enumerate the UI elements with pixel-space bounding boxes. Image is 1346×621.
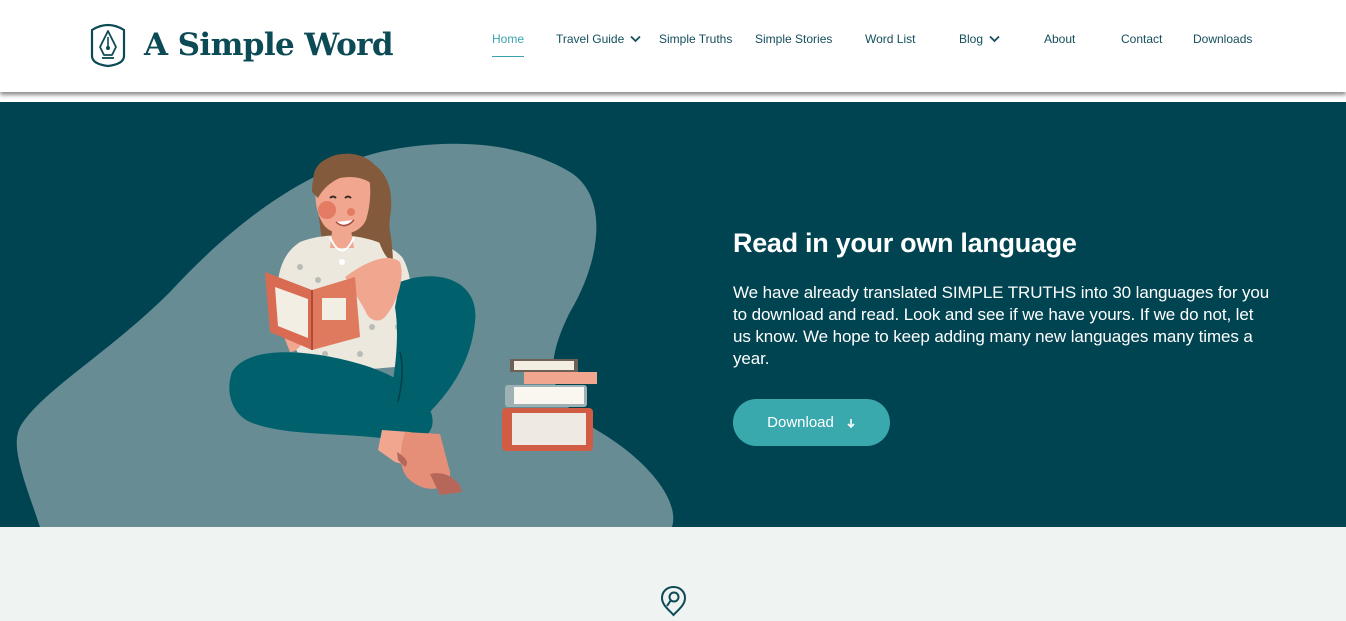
nav-blog[interactable]: Blog (959, 31, 1000, 47)
location-pin-icon (660, 585, 687, 617)
nav-simple-truths-label: Simple Truths (659, 32, 733, 46)
hero-title: Read in your own language (733, 228, 1077, 258)
nav-about[interactable]: About (1044, 31, 1075, 47)
site-header: A Simple Word Home Travel Guide Simple T… (0, 0, 1346, 92)
nav-about-label: About (1044, 32, 1076, 46)
nav-simple-stories-label: Simple Stories (755, 32, 833, 46)
nav-word-list[interactable]: Word List (865, 31, 915, 47)
nav-simple-truths[interactable]: Simple Truths (659, 31, 732, 47)
nav-word-list-label: Word List (865, 32, 916, 46)
download-button[interactable]: Download (733, 399, 890, 446)
fountain-pen-nib-icon (90, 23, 126, 68)
nav-downloads[interactable]: Downloads (1193, 31, 1252, 47)
features-section (0, 527, 1346, 621)
nav-contact[interactable]: Contact (1121, 31, 1162, 47)
nav-contact-label: Contact (1121, 32, 1163, 46)
chevron-down-icon (630, 35, 641, 43)
nav-simple-stories[interactable]: Simple Stories (755, 31, 832, 47)
arrow-down-icon (847, 418, 855, 428)
download-button-label: Download (767, 414, 834, 431)
hero-description: We have already translated SIMPLE TRUTHS… (733, 283, 1270, 368)
site-title: A Simple Word (144, 27, 394, 63)
woman-reading-book-illustration (16, 143, 674, 527)
nav-blog-label: Blog (959, 32, 984, 46)
nav-home[interactable]: Home (492, 31, 525, 57)
hero-section: Read in your own language We have alread… (0, 102, 1346, 527)
nav-home-label: Home (492, 32, 525, 46)
nav-active-underline (492, 56, 525, 57)
nav-travel-guide[interactable]: Travel Guide (556, 31, 641, 47)
site-logo[interactable]: A Simple Word (88, 22, 394, 68)
nav-downloads-label: Downloads (1193, 32, 1253, 46)
chevron-down-icon (989, 35, 1000, 43)
nav-travel-guide-label: Travel Guide (556, 32, 625, 46)
